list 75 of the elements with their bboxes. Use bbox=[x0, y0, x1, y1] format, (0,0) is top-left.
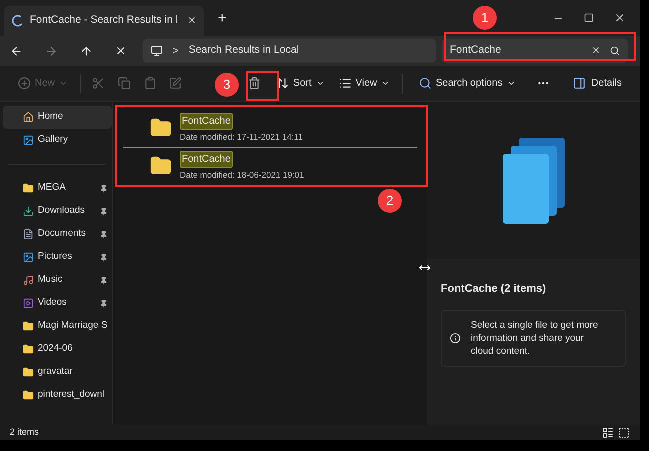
chevron-down-icon bbox=[381, 79, 390, 88]
copy-icon bbox=[118, 77, 131, 90]
maximize-icon[interactable] bbox=[584, 13, 594, 23]
window-tab[interactable]: FontCache - Search Results in l ✕ bbox=[4, 6, 204, 36]
tab-title: FontCache - Search Results in l bbox=[30, 13, 180, 28]
breadcrumb-text: Search Results in Local bbox=[188, 43, 300, 58]
music-icon bbox=[23, 275, 34, 286]
date-modified: Date modified: 18-06-2021 19:01 bbox=[180, 168, 304, 182]
back-icon[interactable] bbox=[10, 44, 23, 58]
folder-icon bbox=[23, 183, 34, 194]
highlight-frame bbox=[246, 71, 279, 101]
list-icon bbox=[338, 77, 352, 90]
new-tab-button[interactable]: + bbox=[218, 8, 227, 30]
tab-close-button[interactable]: ✕ bbox=[188, 14, 196, 28]
pencil-icon bbox=[169, 77, 182, 90]
folder-icon bbox=[150, 155, 172, 178]
clear-search-button[interactable]: ✕ bbox=[592, 44, 600, 58]
sidebar-item[interactable]: Gallery bbox=[3, 129, 112, 152]
plus-circle-icon bbox=[18, 77, 31, 90]
image-icon bbox=[23, 135, 34, 146]
folder-icon bbox=[23, 321, 34, 332]
date-modified: Date modified: 17-11-2021 14:11 bbox=[180, 131, 304, 144]
result-row[interactable]: FontCache Date modified: 18-06-2021 19:01 bbox=[122, 146, 417, 184]
sidebar-item[interactable]: MEGA bbox=[3, 177, 112, 200]
sidebar-item[interactable]: Home bbox=[3, 106, 112, 129]
chevron-down-icon bbox=[506, 79, 516, 88]
search-options-button[interactable]: Search options bbox=[412, 70, 522, 96]
folder-icon bbox=[23, 344, 34, 355]
loading-icon bbox=[12, 15, 24, 27]
search-icon[interactable] bbox=[610, 46, 620, 56]
sort-button[interactable]: Sort bbox=[270, 70, 331, 96]
sidebar-item[interactable]: pinterest_downl bbox=[3, 384, 112, 407]
sidebar-item[interactable]: 2024-06 bbox=[3, 338, 112, 361]
clipboard-icon bbox=[144, 77, 157, 90]
file-name: FontCache bbox=[180, 150, 233, 168]
sidebar-item[interactable]: Pictures bbox=[3, 246, 112, 269]
chevron-down-icon bbox=[316, 79, 325, 88]
chevron-down-icon bbox=[59, 79, 68, 88]
search-icon bbox=[418, 77, 432, 90]
view-button[interactable]: View bbox=[332, 70, 396, 96]
details-title: FontCache (2 items) bbox=[441, 282, 548, 297]
folder-icon bbox=[150, 117, 172, 140]
search-field[interactable]: FontCache ✕ bbox=[442, 39, 628, 63]
sidebar-item[interactable]: Downloads bbox=[3, 200, 112, 223]
file-name: FontCache bbox=[180, 113, 233, 130]
video-icon bbox=[23, 298, 34, 309]
stop-icon[interactable] bbox=[115, 45, 127, 57]
details-button[interactable]: Details bbox=[567, 70, 628, 96]
tiles-view-icon[interactable] bbox=[618, 426, 630, 438]
sort-arrows-icon bbox=[276, 77, 290, 90]
sidebar-item[interactable]: gravatar bbox=[3, 361, 112, 384]
info-icon bbox=[450, 332, 461, 344]
item-count: 2 items bbox=[10, 426, 40, 439]
close-icon[interactable] bbox=[614, 12, 626, 24]
computer-icon bbox=[151, 45, 163, 57]
address-field[interactable]: > Search Results in Local bbox=[143, 39, 436, 63]
sidebar-item[interactable]: Music bbox=[3, 269, 112, 292]
details-view-icon[interactable] bbox=[602, 426, 614, 438]
house-icon bbox=[23, 112, 34, 123]
folder-icon bbox=[23, 367, 34, 378]
trash-icon bbox=[248, 77, 262, 90]
up-icon[interactable] bbox=[80, 44, 93, 58]
download-icon bbox=[23, 206, 34, 217]
sidebar-item[interactable]: Magi Marriage S bbox=[3, 315, 112, 338]
side-panel-icon bbox=[573, 77, 586, 90]
scissors-icon bbox=[92, 77, 106, 90]
sidebar-item[interactable]: Videos bbox=[3, 292, 112, 315]
document-icon bbox=[23, 229, 34, 240]
breadcrumb-separator: > bbox=[173, 44, 179, 58]
folder-icon bbox=[23, 390, 34, 401]
info-text: Select a single file to get more information and share your cloud content. bbox=[471, 318, 600, 358]
image-icon bbox=[23, 252, 34, 263]
sidebar-item[interactable]: Documents bbox=[3, 223, 112, 246]
forward-icon[interactable] bbox=[45, 44, 58, 58]
result-row[interactable]: FontCache Date modified: 17-11-2021 14:11 bbox=[122, 110, 417, 147]
